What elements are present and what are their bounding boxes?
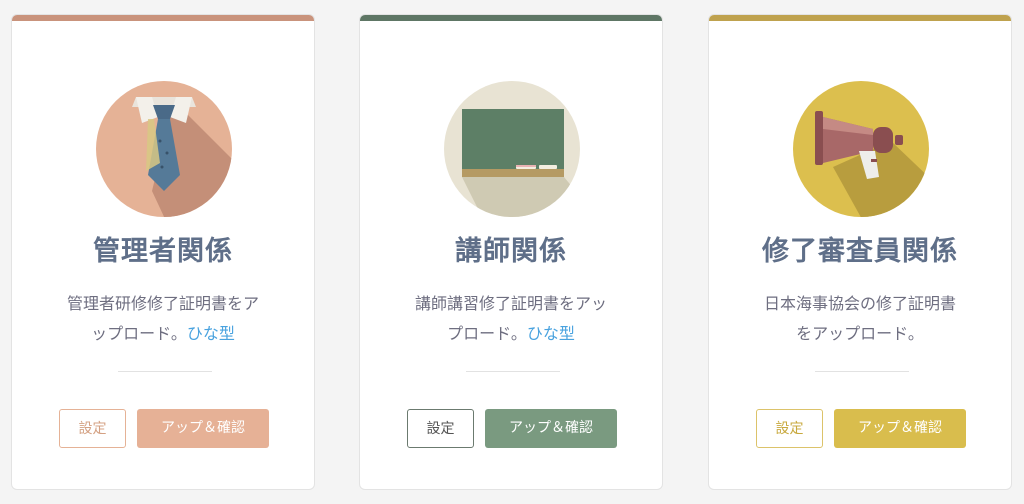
megaphone-icon <box>793 81 929 217</box>
divider <box>466 371 560 372</box>
description-line2: プロード。 <box>447 324 527 343</box>
settings-button[interactable]: 設定 <box>407 409 474 448</box>
description-line1: 管理者研修修了証明書をア <box>66 294 259 313</box>
card-examiner: 修了審査員関係 日本海事協会の修了証明書 をアップロード。 設定 アップ＆確認 <box>708 14 1012 490</box>
card-instructor: 講師関係 講師講習修了証明書をアッ プロード。ひな型 設定 アップ＆確認 <box>359 14 663 490</box>
card-manager: 管理者関係 管理者研修修了証明書をア ップロード。ひな型 設定 アップ＆確認 <box>11 14 315 490</box>
card-accent-bar <box>709 15 1011 21</box>
card-description: 日本海事協会の修了証明書 をアップロード。 <box>739 289 981 349</box>
card-accent-bar <box>12 15 314 21</box>
description-line2: ップロード。 <box>91 324 187 343</box>
blackboard-icon <box>444 81 580 217</box>
template-link[interactable]: ひな型 <box>187 324 235 343</box>
card-title: 管理者関係 <box>93 236 233 267</box>
settings-button[interactable]: 設定 <box>756 409 823 448</box>
card-accent-bar <box>360 15 662 21</box>
card-title: 修了審査員関係 <box>762 236 958 267</box>
necktie-icon <box>96 81 232 217</box>
card-description: 管理者研修修了証明書をア ップロード。ひな型 <box>42 289 284 349</box>
description-line1: 講師講習修了証明書をアッ <box>414 294 607 313</box>
card-title: 講師関係 <box>455 236 567 267</box>
settings-button[interactable]: 設定 <box>59 409 126 448</box>
divider <box>118 371 212 372</box>
card-description: 講師講習修了証明書をアッ プロード。ひな型 <box>390 289 632 349</box>
upload-confirm-button[interactable]: アップ＆確認 <box>137 409 269 448</box>
description-line1: 日本海事協会の修了証明書 <box>763 294 956 313</box>
upload-confirm-button[interactable]: アップ＆確認 <box>485 409 617 448</box>
template-link[interactable]: ひな型 <box>527 324 575 343</box>
upload-confirm-button[interactable]: アップ＆確認 <box>834 409 966 448</box>
description-line2: をアップロード。 <box>796 324 924 343</box>
divider <box>815 371 909 372</box>
